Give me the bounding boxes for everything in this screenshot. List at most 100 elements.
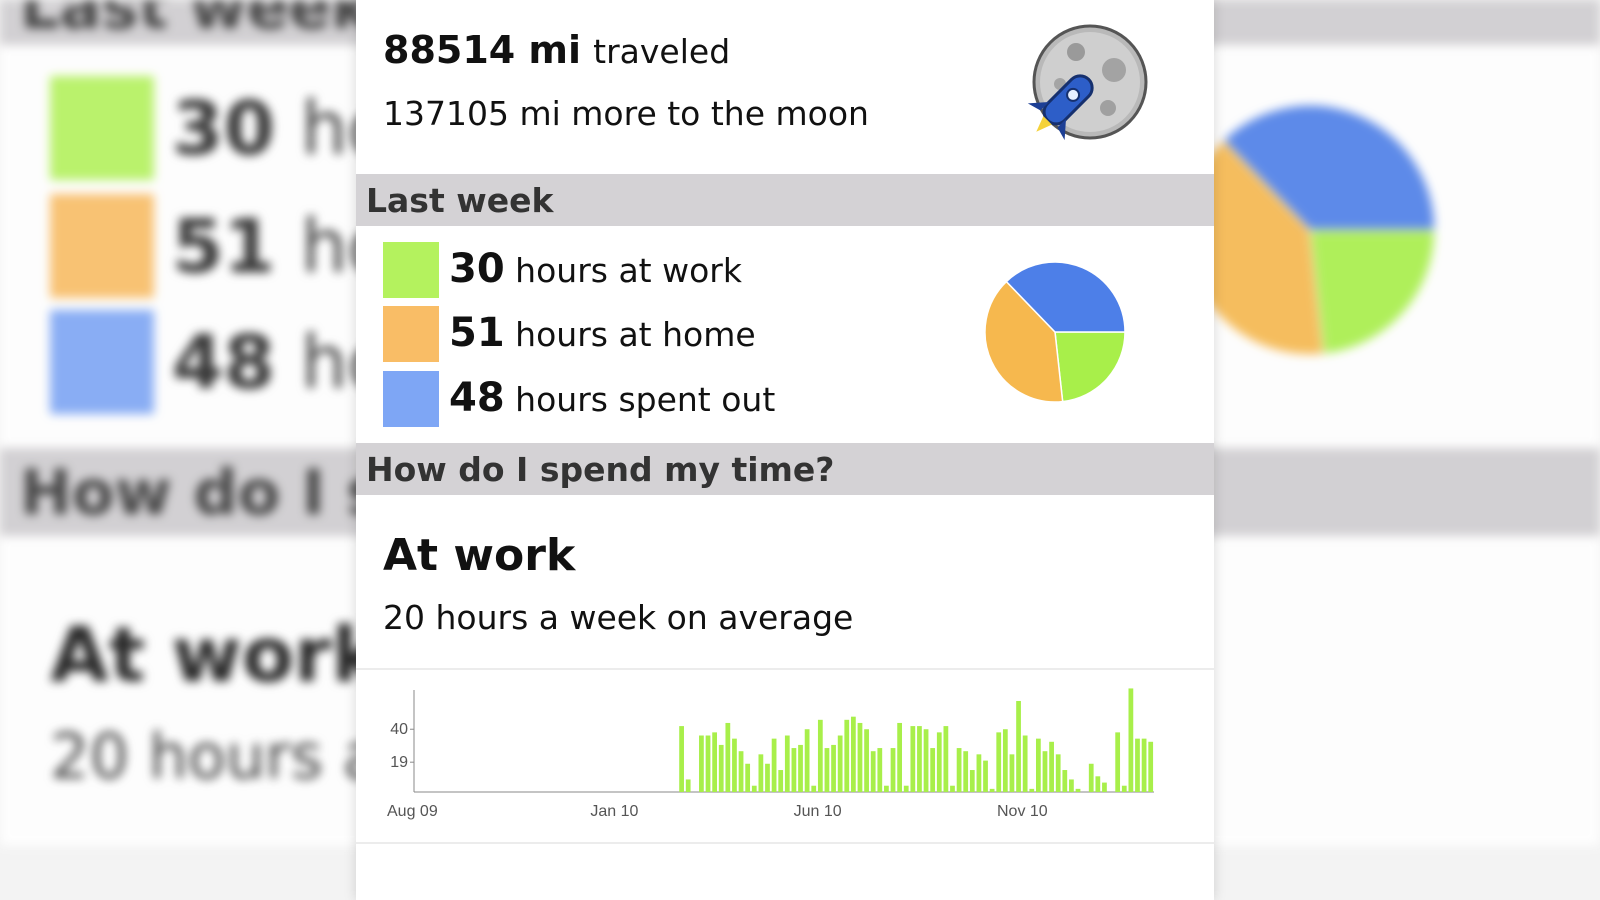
bar: [699, 735, 704, 792]
distance-label: traveled: [593, 32, 731, 71]
bar: [1148, 741, 1154, 792]
y-tick-label: 40: [390, 721, 408, 738]
home-hours-item[interactable]: 51 hours at home: [383, 306, 883, 362]
bar: [732, 738, 737, 792]
bar: [877, 748, 883, 792]
bar: [1022, 735, 1028, 792]
bar: [1102, 782, 1107, 792]
bar: [857, 722, 863, 792]
bar: [1049, 741, 1054, 792]
bar: [903, 785, 909, 792]
bar: [1062, 770, 1068, 792]
last-week-pie-chart: [984, 261, 1126, 403]
bar: [765, 763, 770, 792]
bg-pie-slice-work: [1309, 229, 1436, 356]
app-panel: 88514 mi traveled 137105 mi more to the …: [356, 0, 1214, 900]
bar: [1075, 788, 1081, 792]
bar: [824, 748, 830, 792]
bar: [1128, 688, 1134, 792]
bar: [897, 722, 903, 792]
stat-subtitle: 20 hours a week on average: [383, 598, 854, 637]
out-color-swatch: [383, 371, 439, 427]
bar: [989, 788, 995, 792]
bar: [837, 735, 843, 792]
bar: [890, 748, 896, 792]
bar: [685, 779, 691, 792]
bar: [1095, 776, 1101, 792]
bar: [996, 732, 1002, 792]
bar: [1115, 732, 1121, 792]
bar: [771, 738, 777, 792]
divider: [356, 842, 1214, 844]
out-hours-item[interactable]: 48 hours spent out: [383, 371, 883, 427]
distance-value: 88514 mi: [383, 28, 582, 72]
bar: [1135, 738, 1140, 792]
bar: [870, 751, 876, 792]
bar: [844, 719, 850, 792]
bar: [778, 770, 784, 792]
bar: [718, 744, 724, 792]
bar: [1069, 779, 1074, 792]
bar: [930, 748, 936, 792]
bar: [910, 726, 916, 792]
bar: [811, 785, 817, 792]
bg-home-swatch: [50, 194, 154, 298]
bar: [1002, 729, 1008, 792]
bar: [804, 729, 810, 792]
work-hours-item[interactable]: 30 hours at work: [383, 242, 883, 298]
bar: [950, 785, 955, 792]
bar: [917, 726, 922, 792]
bar: [884, 785, 889, 792]
moon-rocket-icon: [1027, 24, 1148, 141]
bar: [745, 763, 751, 792]
bar-chart-svg: 19 40 Aug 09 Jan 10 Jun 10 Nov 10: [387, 688, 1154, 820]
home-color-swatch: [383, 306, 439, 362]
bg-section-header-text: How do I s: [20, 456, 384, 529]
bar: [1055, 754, 1061, 792]
bar: [969, 770, 975, 792]
bar: [850, 716, 856, 792]
bar: [751, 785, 757, 792]
stat-title: At work: [383, 530, 576, 581]
bar: [725, 722, 731, 792]
bg-title-text: At work: [50, 610, 383, 699]
bar: [679, 726, 684, 792]
bar: [1042, 751, 1048, 792]
bg-last-week-text: Last week: [20, 0, 373, 43]
x-tick-label: Jan 10: [590, 803, 638, 820]
bg-pie-chart: [1184, 104, 1436, 356]
bg-out-swatch: [50, 310, 154, 414]
distance-card[interactable]: 88514 mi traveled 137105 mi more to the …: [356, 0, 1214, 174]
weekly-hours-chart[interactable]: 19 40 Aug 09 Jan 10 Jun 10 Nov 10: [356, 680, 1214, 830]
bar: [1141, 738, 1147, 792]
bar: [1121, 785, 1127, 792]
x-tick-label: Jun 10: [794, 803, 842, 820]
bar: [831, 744, 836, 792]
bar: [791, 748, 797, 792]
bar: [1009, 754, 1015, 792]
out-hours-text: 48 hours spent out: [449, 375, 776, 421]
work-color-swatch: [383, 242, 439, 298]
bar: [738, 751, 744, 792]
bar: [943, 726, 949, 792]
bar: [1029, 788, 1035, 792]
pie-slice-work: [1054, 331, 1126, 403]
bar: [758, 754, 764, 792]
bar: [983, 760, 988, 792]
time-section-header: How do I spend my time?: [356, 443, 1214, 495]
bg-work-swatch: [50, 76, 154, 180]
bar: [1088, 763, 1094, 792]
bar: [798, 744, 803, 792]
distance-traveled: 88514 mi traveled: [383, 28, 730, 72]
distance-remaining: 137105 mi more to the moon: [383, 94, 869, 133]
bar: [976, 754, 982, 792]
x-tick-label: Aug 09: [387, 803, 438, 820]
bar: [712, 732, 718, 792]
bar: [864, 729, 869, 792]
work-hours-text: 30 hours at work: [449, 246, 742, 292]
x-tick-label: Nov 10: [997, 803, 1048, 820]
bar: [1035, 738, 1041, 792]
bar: [817, 719, 823, 792]
bar: [1016, 700, 1021, 792]
bar: [956, 748, 962, 792]
